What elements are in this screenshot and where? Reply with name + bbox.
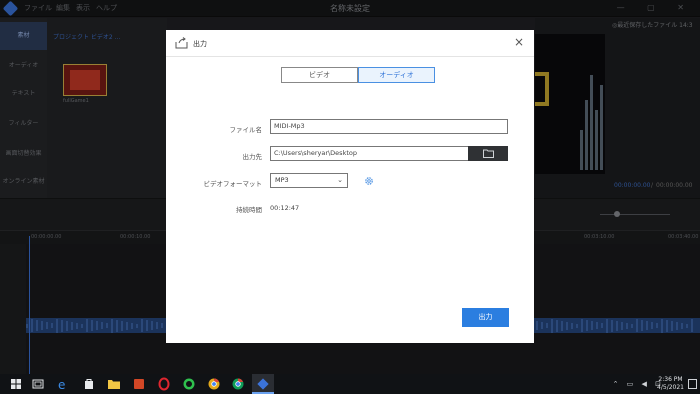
task-view-icon[interactable] bbox=[31, 377, 45, 391]
chrome-icon[interactable] bbox=[207, 377, 221, 391]
tab-video[interactable]: ビデオ bbox=[281, 67, 358, 83]
folder-icon bbox=[483, 149, 494, 158]
opera-icon[interactable] bbox=[157, 377, 171, 391]
format-select-value: MP3 bbox=[275, 176, 289, 184]
windows-start-icon[interactable] bbox=[9, 377, 23, 391]
dialog-header: 出力 × bbox=[166, 30, 534, 57]
duration-value: 00:12:47 bbox=[270, 204, 300, 212]
export-dialog: 出力 × ビデオ オーディオ ファイル名 MIDI-Mp3 出力先 C:\Use… bbox=[166, 30, 534, 343]
svg-text:e: e bbox=[58, 378, 65, 391]
format-settings-gear-icon[interactable] bbox=[364, 176, 374, 186]
edge-icon[interactable]: e bbox=[56, 377, 70, 391]
clock-date: 4/5/2021 bbox=[657, 384, 684, 391]
tab-audio[interactable]: オーディオ bbox=[358, 67, 435, 83]
duration-label: 持続時間 bbox=[236, 206, 262, 214]
filename-label: ファイル名 bbox=[229, 126, 263, 134]
destination-input[interactable]: C:\Users\sheryar\Desktop bbox=[270, 146, 469, 161]
windows-taskbar: e ⌃ ▭ ◀ ⊡ 2:36 PM 4/5/2021 bbox=[0, 374, 700, 394]
export-icon bbox=[175, 37, 188, 49]
clock-time: 2:36 PM bbox=[658, 376, 683, 383]
store-icon[interactable] bbox=[82, 377, 96, 391]
whatsapp-icon[interactable] bbox=[182, 377, 196, 391]
notification-icon[interactable] bbox=[688, 379, 697, 389]
format-label: ビデオフォーマット bbox=[203, 180, 263, 188]
file-explorer-icon[interactable] bbox=[107, 377, 121, 391]
filename-input[interactable]: MIDI-Mp3 bbox=[270, 119, 508, 134]
chevron-down-icon: ⌄ bbox=[337, 176, 343, 184]
video-editor-app: ファイル 編集 表示 ヘルプ 名称未設定 — ▢ ✕ 素材 オーディオ テキスト… bbox=[0, 0, 700, 374]
powerpoint-icon[interactable] bbox=[132, 377, 146, 391]
app-icon[interactable] bbox=[256, 377, 270, 391]
export-button[interactable]: 出力 bbox=[462, 308, 509, 327]
browse-folder-button[interactable] bbox=[468, 146, 508, 161]
format-select[interactable]: MP3 ⌄ bbox=[270, 173, 348, 188]
dialog-title: 出力 bbox=[193, 40, 207, 48]
destination-label: 出力先 bbox=[242, 153, 263, 161]
taskbar-clock[interactable]: 2:36 PM 4/5/2021 bbox=[657, 376, 684, 392]
close-button[interactable]: × bbox=[511, 34, 527, 50]
chrome-icon[interactable] bbox=[231, 377, 245, 391]
